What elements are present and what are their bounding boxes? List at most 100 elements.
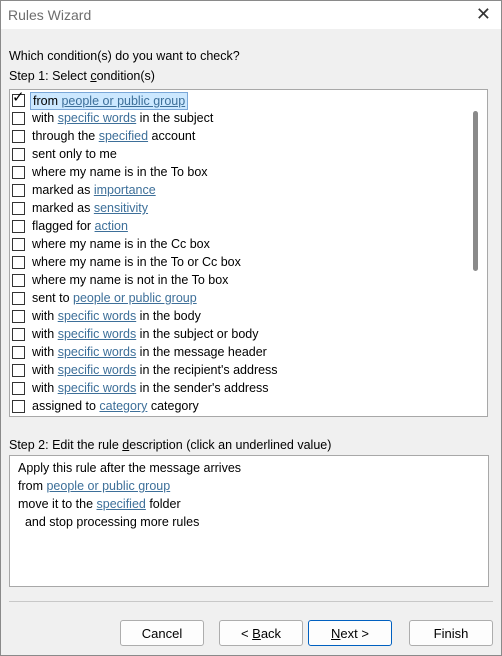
condition-link[interactable]: specific words bbox=[58, 111, 137, 125]
condition-label: where my name is not in the To box bbox=[30, 272, 230, 288]
condition-text: sent to bbox=[32, 291, 73, 305]
condition-label: flagged for action bbox=[30, 218, 130, 234]
condition-row[interactable]: with specific words in the body bbox=[10, 308, 470, 326]
condition-checkbox[interactable] bbox=[12, 292, 25, 305]
description-line: move it to the specified folder bbox=[18, 496, 181, 512]
condition-link[interactable]: action bbox=[95, 219, 128, 233]
condition-checkbox[interactable] bbox=[12, 202, 25, 215]
step1-label: Step 1: Select condition(s) bbox=[9, 69, 155, 83]
condition-label: with specific words in the subject bbox=[30, 110, 215, 126]
condition-link[interactable]: specific words bbox=[58, 381, 137, 395]
condition-label: through the specified account bbox=[30, 128, 197, 144]
description-line: and stop processing more rules bbox=[18, 514, 199, 530]
condition-checkbox[interactable] bbox=[12, 400, 25, 413]
condition-label: with specific words in the body bbox=[30, 308, 203, 324]
close-icon[interactable]: ✕ bbox=[476, 4, 491, 25]
condition-label: with specific words in the message heade… bbox=[30, 344, 269, 360]
description-text: folder bbox=[145, 497, 181, 511]
condition-row[interactable]: where my name is in the Cc box bbox=[10, 236, 470, 254]
condition-link[interactable]: specific words bbox=[58, 345, 137, 359]
title-bar: Rules Wizard ✕ bbox=[1, 1, 501, 29]
description-line: Apply this rule after the message arrive… bbox=[18, 460, 241, 476]
condition-checkbox[interactable] bbox=[12, 256, 25, 269]
condition-row[interactable]: where my name is in the To or Cc box bbox=[10, 254, 470, 272]
description-text: and stop processing more rules bbox=[18, 515, 200, 529]
condition-link[interactable]: people or public group bbox=[61, 94, 185, 108]
condition-checkbox[interactable] bbox=[12, 130, 25, 143]
next-button[interactable]: Next > bbox=[308, 620, 392, 646]
condition-row[interactable]: with specific words in the message heade… bbox=[10, 344, 470, 362]
condition-row[interactable]: sent to people or public group bbox=[10, 290, 470, 308]
condition-row[interactable]: marked as sensitivity bbox=[10, 200, 470, 218]
condition-text: with bbox=[32, 345, 58, 359]
condition-link[interactable]: sensitivity bbox=[94, 201, 148, 215]
condition-text: in the recipient's address bbox=[136, 363, 278, 377]
condition-text: sent only to me bbox=[32, 147, 117, 161]
condition-text: assigned to bbox=[32, 399, 100, 413]
condition-row[interactable]: with specific words in the recipient's a… bbox=[10, 362, 470, 380]
condition-row[interactable]: with specific words in the subject bbox=[10, 110, 470, 128]
condition-text: account bbox=[148, 129, 196, 143]
condition-row[interactable]: marked as importance bbox=[10, 182, 470, 200]
question-label: Which condition(s) do you want to check? bbox=[9, 49, 240, 63]
condition-link[interactable]: category bbox=[99, 399, 147, 413]
condition-text: with bbox=[32, 327, 58, 341]
separator bbox=[9, 601, 493, 602]
condition-text: in the subject bbox=[136, 111, 214, 125]
condition-link[interactable]: specific words bbox=[58, 309, 137, 323]
rule-description-box[interactable]: Apply this rule after the message arrive… bbox=[9, 455, 489, 587]
condition-label: where my name is in the Cc box bbox=[30, 236, 212, 252]
condition-checkbox[interactable] bbox=[12, 382, 25, 395]
condition-row[interactable]: ✓ from people or public group bbox=[10, 90, 470, 110]
condition-checkbox[interactable] bbox=[12, 310, 25, 323]
condition-row[interactable]: assigned to category category bbox=[10, 398, 470, 416]
condition-checkbox[interactable] bbox=[12, 328, 25, 341]
condition-row[interactable]: flagged for action bbox=[10, 218, 470, 236]
condition-text: where my name is in the To box bbox=[32, 165, 208, 179]
condition-link[interactable]: specific words bbox=[58, 327, 137, 341]
rules-wizard-dialog: Rules Wizard ✕ Which condition(s) do you… bbox=[0, 0, 502, 656]
step2-label: Step 2: Edit the rule description (click… bbox=[9, 438, 332, 452]
condition-checkbox[interactable] bbox=[12, 274, 25, 287]
condition-link[interactable]: specific words bbox=[58, 363, 137, 377]
condition-label: sent only to me bbox=[30, 146, 119, 162]
condition-row[interactable]: where my name is in the To box bbox=[10, 164, 470, 182]
condition-checkbox[interactable] bbox=[12, 220, 25, 233]
condition-checkbox[interactable] bbox=[12, 166, 25, 179]
condition-text: category bbox=[147, 399, 199, 413]
condition-row[interactable]: where my name is not in the To box bbox=[10, 272, 470, 290]
description-link[interactable]: specified bbox=[97, 497, 146, 511]
condition-checkbox[interactable] bbox=[12, 238, 25, 251]
description-link[interactable]: people or public group bbox=[46, 479, 170, 493]
condition-link[interactable]: people or public group bbox=[73, 291, 197, 305]
condition-text: in the body bbox=[136, 309, 201, 323]
cancel-button[interactable]: Cancel bbox=[120, 620, 204, 646]
scrollbar-thumb[interactable] bbox=[473, 111, 478, 271]
conditions-list[interactable]: ✓ from people or public group with specifi… bbox=[9, 89, 488, 417]
condition-label: where my name is in the To box bbox=[30, 164, 210, 180]
condition-row[interactable]: with specific words in the sender's addr… bbox=[10, 380, 470, 398]
condition-text: with bbox=[32, 309, 58, 323]
condition-row[interactable]: with specific words in the subject or bo… bbox=[10, 326, 470, 344]
condition-label: marked as sensitivity bbox=[30, 200, 150, 216]
condition-label: with specific words in the sender's addr… bbox=[30, 380, 271, 396]
condition-text: marked as bbox=[32, 201, 94, 215]
condition-checkbox[interactable] bbox=[12, 364, 25, 377]
condition-text: where my name is in the Cc box bbox=[32, 237, 210, 251]
condition-row[interactable]: sent only to me bbox=[10, 146, 470, 164]
condition-checkbox[interactable] bbox=[12, 346, 25, 359]
condition-checkbox[interactable]: ✓ bbox=[12, 90, 25, 107]
condition-link[interactable]: specified bbox=[99, 129, 148, 143]
condition-text: where my name is in the To or Cc box bbox=[32, 255, 241, 269]
description-text: move it to the bbox=[18, 497, 97, 511]
condition-checkbox[interactable] bbox=[12, 184, 25, 197]
back-button[interactable]: < Back bbox=[219, 620, 303, 646]
condition-checkbox[interactable] bbox=[12, 112, 25, 125]
condition-link[interactable]: importance bbox=[94, 183, 156, 197]
condition-checkbox[interactable] bbox=[12, 148, 25, 161]
condition-label: sent to people or public group bbox=[30, 290, 199, 306]
finish-button[interactable]: Finish bbox=[409, 620, 493, 646]
condition-row[interactable]: through the specified account bbox=[10, 128, 470, 146]
condition-text: from bbox=[33, 94, 62, 108]
condition-text: flagged for bbox=[32, 219, 95, 233]
